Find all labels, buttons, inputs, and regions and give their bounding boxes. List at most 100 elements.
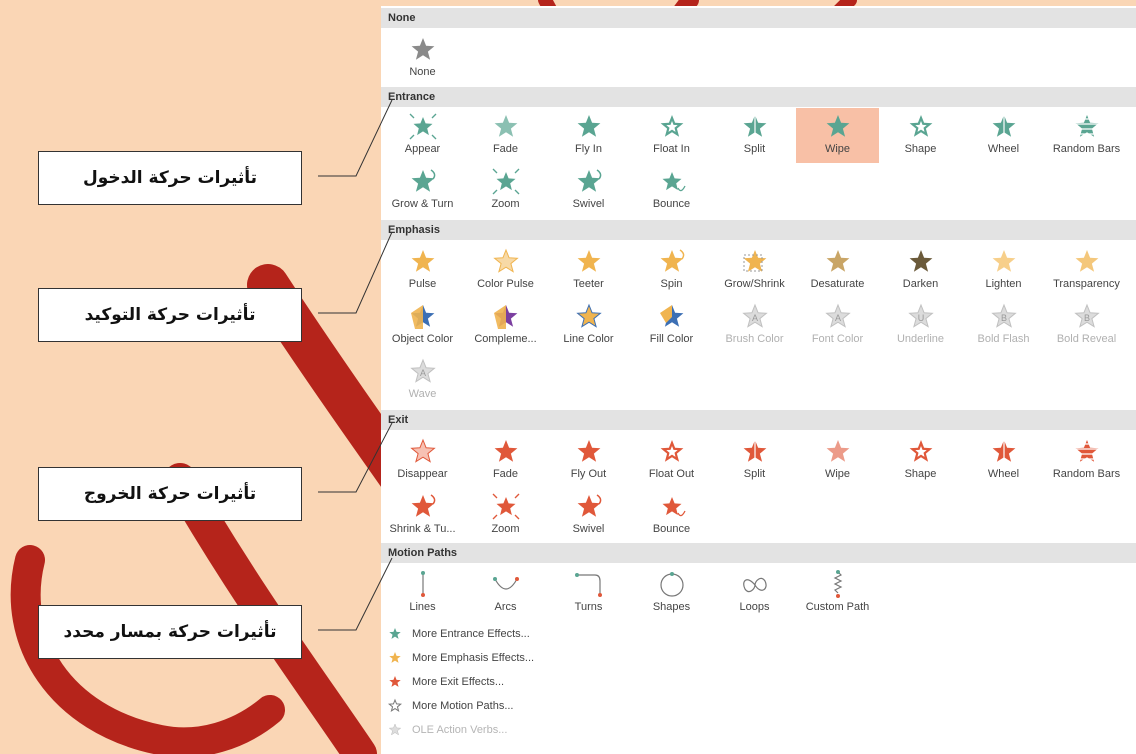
teeter-icon: [547, 246, 630, 276]
menu-item-label: More Motion Paths...: [412, 700, 514, 712]
effect-exit-swivel-exit[interactable]: Swivel: [547, 488, 630, 543]
effect-exit-wipe-exit[interactable]: Wipe: [796, 433, 879, 488]
menu-item-motion-path-star[interactable]: More Motion Paths...: [381, 695, 1136, 719]
callout-entrance-effects: تأثيرات حركة الدخول: [38, 151, 302, 205]
section-header-emphasis: Emphasis: [381, 220, 1136, 240]
fly-out-icon: [547, 436, 630, 466]
effect-label: Zoom: [491, 523, 520, 535]
effect-emphasis-darken[interactable]: Darken: [879, 243, 962, 298]
grow-turn-icon: [381, 166, 464, 196]
complementary-color-icon: [464, 301, 547, 331]
effect-entrance-swivel[interactable]: Swivel: [547, 163, 630, 218]
effect-label: Split: [743, 143, 766, 155]
wheel-exit-icon: [962, 436, 1045, 466]
effect-label: Color Pulse: [477, 278, 534, 290]
line-color-icon: [547, 301, 630, 331]
effect-exit-shrink-turn[interactable]: Shrink & Tu...: [381, 488, 464, 543]
effect-exit-shape-exit[interactable]: Shape: [879, 433, 962, 488]
loops-path-icon: [713, 569, 796, 599]
effect-entrance-fly-in[interactable]: Fly In: [547, 108, 630, 163]
effect-label: Float Out: [648, 468, 695, 480]
section-header-exit: Exit: [381, 410, 1136, 430]
effect-exit-float-out[interactable]: Float Out: [630, 433, 713, 488]
menu-item-entrance-star[interactable]: More Entrance Effects...: [381, 623, 1136, 647]
effect-entrance-wheel[interactable]: Wheel: [962, 108, 1045, 163]
effect-emphasis-bold-flash: B Bold Flash: [962, 298, 1045, 353]
shape-exit-icon: [879, 436, 962, 466]
menu-item-emphasis-star[interactable]: More Emphasis Effects...: [381, 647, 1136, 671]
spin-icon: [630, 246, 713, 276]
custom-path-icon: [796, 569, 879, 599]
effect-emphasis-line-color[interactable]: Line Color: [547, 298, 630, 353]
effect-motion-shapes-path[interactable]: Shapes: [630, 566, 713, 621]
effect-exit-zoom-exit[interactable]: Zoom: [464, 488, 547, 543]
effect-label: Fade: [492, 143, 519, 155]
effect-motion-arcs-path[interactable]: Arcs: [464, 566, 547, 621]
effect-emphasis-color-pulse[interactable]: Color Pulse: [464, 243, 547, 298]
effect-label: Grow & Turn: [391, 198, 454, 210]
effect-motion-lines-path[interactable]: Lines: [381, 566, 464, 621]
effect-label: Fade: [492, 468, 519, 480]
appear-icon: [381, 111, 464, 141]
effect-label: Disappear: [397, 468, 448, 480]
effect-label: Teeter: [573, 278, 604, 290]
effect-exit-split-exit[interactable]: Split: [713, 433, 796, 488]
effect-entrance-fade[interactable]: Fade: [464, 108, 547, 163]
effect-label: Wipe: [824, 143, 851, 155]
svg-text:A: A: [834, 313, 840, 323]
random-bars-icon: [1045, 111, 1128, 141]
effect-entrance-zoom[interactable]: Zoom: [464, 163, 547, 218]
effect-label: Compleme...: [474, 333, 537, 345]
effect-emphasis-object-color[interactable]: Object Color: [381, 298, 464, 353]
effect-entrance-shape[interactable]: Shape: [879, 108, 962, 163]
effect-emphasis-pulse[interactable]: Pulse: [381, 243, 464, 298]
effect-entrance-random-bars[interactable]: Random Bars: [1045, 108, 1128, 163]
effect-emphasis-desaturate[interactable]: Desaturate: [796, 243, 879, 298]
pulse-icon: [381, 246, 464, 276]
effect-motion-custom-path[interactable]: Custom Path: [796, 566, 879, 621]
menu-item-exit-star[interactable]: More Exit Effects...: [381, 671, 1136, 695]
effect-entrance-wipe[interactable]: Wipe: [796, 108, 879, 163]
callout-exit-effects: تأثيرات حركة الخروج: [38, 467, 302, 521]
effect-motion-turns-path[interactable]: Turns: [547, 566, 630, 621]
effect-entrance-appear[interactable]: Appear: [381, 108, 464, 163]
wave-icon: A: [381, 356, 464, 386]
font-color-icon: A: [796, 301, 879, 331]
effect-exit-wheel-exit[interactable]: Wheel: [962, 433, 1045, 488]
effect-label: Shrink & Tu...: [389, 523, 456, 535]
turns-path-icon: [547, 569, 630, 599]
color-pulse-icon: [464, 246, 547, 276]
effect-emphasis-fill-color[interactable]: Fill Color: [630, 298, 713, 353]
split-exit-icon: [713, 436, 796, 466]
effect-emphasis-transparency[interactable]: Transparency: [1045, 243, 1128, 298]
effect-emphasis-spin[interactable]: Spin: [630, 243, 713, 298]
shrink-turn-icon: [381, 491, 464, 521]
effect-exit-disappear[interactable]: Disappear: [381, 433, 464, 488]
effect-none-star-none[interactable]: None: [381, 31, 464, 86]
effect-emphasis-teeter[interactable]: Teeter: [547, 243, 630, 298]
fill-color-icon: [630, 301, 713, 331]
effect-emphasis-grow-shrink[interactable]: Grow/Shrink: [713, 243, 796, 298]
float-out-icon: [630, 436, 713, 466]
effect-entrance-split[interactable]: Split: [713, 108, 796, 163]
menu-item-label: More Exit Effects...: [412, 676, 505, 688]
effect-entrance-grow-turn[interactable]: Grow & Turn: [381, 163, 464, 218]
effect-label: Custom Path: [805, 601, 870, 613]
effect-entrance-float-in[interactable]: Float In: [630, 108, 713, 163]
effect-emphasis-lighten[interactable]: Lighten: [962, 243, 1045, 298]
effect-label: Wave: [408, 388, 437, 400]
effect-label: Split: [743, 468, 766, 480]
effect-emphasis-complementary-color[interactable]: Compleme...: [464, 298, 547, 353]
object-color-icon: [381, 301, 464, 331]
effect-exit-fade-exit[interactable]: Fade: [464, 433, 547, 488]
effect-entrance-bounce[interactable]: Bounce: [630, 163, 713, 218]
effect-label: Bold Reveal: [1056, 333, 1117, 345]
effect-label: Font Color: [811, 333, 864, 345]
transparency-icon: [1045, 246, 1128, 276]
effect-exit-random-bars-exit[interactable]: Random Bars: [1045, 433, 1128, 488]
effect-label: Swivel: [572, 198, 605, 210]
effect-exit-fly-out[interactable]: Fly Out: [547, 433, 630, 488]
effect-motion-loops-path[interactable]: Loops: [713, 566, 796, 621]
effect-exit-bounce-exit[interactable]: Bounce: [630, 488, 713, 543]
shape-icon: [879, 111, 962, 141]
